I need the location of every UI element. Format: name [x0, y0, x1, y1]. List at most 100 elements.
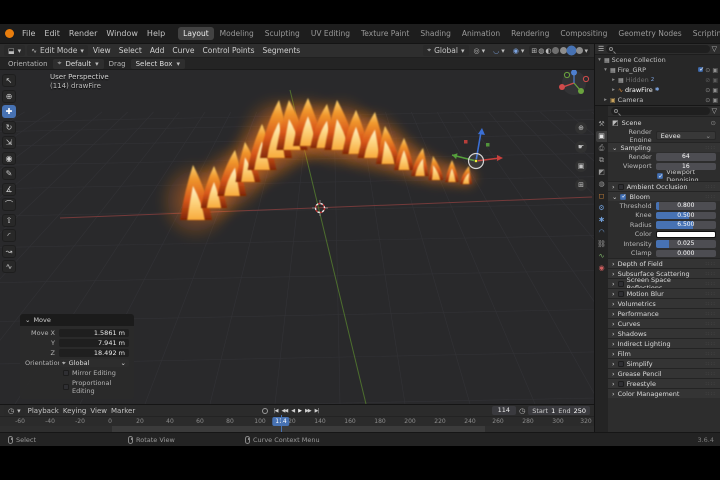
section-volumetrics[interactable]: › Volumetrics::::	[608, 298, 720, 308]
outliner-search-input[interactable]	[606, 45, 710, 53]
tab-constraints[interactable]: ⛓	[596, 239, 607, 250]
tab-object[interactable]: ◻	[596, 191, 607, 202]
knee-slider[interactable]: 0.500	[655, 211, 716, 219]
shading-solid-icon[interactable]	[560, 47, 568, 54]
section-bloom[interactable]: ⌄ ✓ Bloom ::::	[608, 191, 720, 201]
tool-extrude[interactable]: ⇧	[2, 213, 16, 227]
tab-shading[interactable]: Shading	[415, 27, 455, 40]
menu-view[interactable]: View	[90, 46, 114, 55]
shading-material-icon[interactable]	[568, 47, 576, 54]
mode-dropdown[interactable]: ∿ Edit Mode ▾	[27, 45, 88, 56]
menu-add[interactable]: Add	[147, 46, 168, 55]
tab-modeling[interactable]: Modeling	[215, 27, 259, 40]
pan-hand-icon[interactable]: ☛	[575, 141, 587, 153]
xray-toggle-icon[interactable]: ◐	[545, 47, 551, 55]
outliner-row-drawfire[interactable]: ▸ ∿ drawFire ✱ ⊙ ▣	[595, 85, 720, 95]
tool-select-box[interactable]: ↖	[2, 74, 16, 87]
playhead-line[interactable]	[281, 415, 282, 432]
expand-icon[interactable]: ▸	[611, 87, 616, 93]
tool-randomize[interactable]: ∿	[2, 260, 16, 273]
orientation-setting-dropdown[interactable]: ⌖ Default ▾	[52, 58, 104, 69]
disable-render-icon[interactable]: ▣	[712, 97, 718, 104]
section-indirect-lighting[interactable]: › Indirect Lighting::::	[608, 338, 720, 348]
tab-view-layer[interactable]: ⧉	[596, 155, 607, 166]
menu-file[interactable]: File	[18, 28, 39, 39]
tab-geometry-nodes[interactable]: Geometry Nodes	[613, 27, 686, 40]
menu-edit[interactable]: Edit	[40, 28, 64, 39]
disable-render-icon[interactable]: ▣	[712, 87, 718, 94]
menu-view-timeline[interactable]: View	[90, 407, 107, 415]
render-samples-field[interactable]: 64	[655, 153, 716, 161]
perspective-toggle-icon[interactable]: ⊞	[575, 179, 587, 191]
expand-icon[interactable]: ▸	[603, 97, 608, 103]
section-motion-blur[interactable]: › Motion Blur::::	[608, 288, 720, 298]
section-simplify[interactable]: › Simplify::::	[608, 358, 720, 368]
menu-select[interactable]: Select	[116, 46, 145, 55]
play-button[interactable]: ▶	[297, 408, 302, 414]
zoom-icon[interactable]: ⊕	[575, 122, 587, 134]
snap-dropdown[interactable]: ◡ ▾	[490, 47, 508, 55]
collection-checkbox[interactable]: ✓	[698, 66, 704, 73]
section-sampling[interactable]: ⌄ Sampling ::::	[608, 142, 720, 152]
camera-view-icon[interactable]: ▣	[575, 160, 587, 172]
disable-render-icon[interactable]: ▣	[712, 67, 718, 74]
tab-tool[interactable]: ⚒	[596, 119, 607, 130]
play-reverse-button[interactable]: ◀	[290, 408, 295, 414]
3d-viewport[interactable]: User Perspective (114) drawFire ↖ ⊕ ✚ ↻ …	[0, 70, 594, 404]
jump-to-end-button[interactable]: ▶|	[314, 408, 320, 414]
menu-segments[interactable]: Segments	[260, 46, 304, 55]
outliner-row-fire-grp[interactable]: ▾ ▦ Fire_GRP ✓ ⊙ ▣	[595, 65, 720, 75]
tool-measure[interactable]: ∡	[2, 182, 16, 196]
section-curves[interactable]: › Curves::::	[608, 318, 720, 328]
pin-icon[interactable]: ⊙	[711, 119, 716, 127]
tool-scale[interactable]: ⇲	[2, 136, 16, 149]
mirror-editing-checkbox[interactable]	[63, 370, 69, 376]
expand-icon[interactable]: ▸	[611, 77, 616, 83]
hide-eye-icon[interactable]: ⊙	[705, 97, 710, 104]
jump-to-start-button[interactable]: |◀	[273, 408, 279, 414]
timeline-editor-type-button[interactable]: ◷ ▾	[4, 405, 25, 416]
tab-uv-editing[interactable]: UV Editing	[306, 27, 355, 40]
tab-texture-paint[interactable]: Texture Paint	[356, 27, 414, 40]
tool-annotate[interactable]: ✎	[2, 167, 16, 180]
menu-marker[interactable]: Marker	[111, 407, 135, 415]
menu-playback[interactable]: Playback	[28, 407, 59, 415]
section-shadows[interactable]: › Shadows::::	[608, 328, 720, 338]
ao-checkbox[interactable]	[617, 183, 624, 190]
tool-draw-curve[interactable]: ⌒	[2, 198, 16, 211]
transform-orientation-dropdown[interactable]: ⌖ Global ▾	[423, 45, 469, 56]
render-engine-dropdown[interactable]: Eevee ⌄	[655, 131, 716, 140]
outliner-row-camera[interactable]: ▸ ▣ Camera ⊙ ▣	[595, 95, 720, 105]
menu-keying[interactable]: Keying	[63, 407, 87, 415]
shading-rendered-icon[interactable]	[576, 47, 584, 54]
auto-keying-button[interactable]	[262, 407, 268, 414]
proportional-editing-row[interactable]: Proportional Editing	[63, 379, 129, 395]
clamp-slider[interactable]: 0.000	[655, 249, 716, 257]
menu-render[interactable]: Render	[65, 28, 101, 39]
next-keyframe-button[interactable]: ▶▶	[304, 408, 312, 414]
show-overlays-icon[interactable]: ◍	[538, 47, 544, 55]
tab-rendering[interactable]: Rendering	[506, 27, 554, 40]
filter-icon[interactable]: ▽	[712, 107, 717, 115]
color-swatch[interactable]	[655, 230, 716, 238]
section-screen-space-reflections[interactable]: ›Screen Space Reflections::::	[608, 276, 720, 292]
section-depth-of-field[interactable]: › Depth of Field::::	[608, 258, 720, 268]
start-value[interactable]: 1	[551, 407, 555, 415]
viewport-samples-field[interactable]: 16	[655, 162, 716, 170]
section-film[interactable]: › Film::::	[608, 348, 720, 358]
menu-curve[interactable]: Curve	[169, 46, 197, 55]
editor-type-button[interactable]: ⬓ ▾	[4, 45, 26, 56]
tab-material[interactable]: ◉	[596, 263, 607, 274]
expand-icon[interactable]: ▾	[597, 57, 602, 63]
section-color-management[interactable]: › Color Management::::	[608, 388, 720, 398]
menu-window[interactable]: Window	[102, 28, 142, 39]
properties-search-input[interactable]	[611, 107, 710, 115]
radius-slider[interactable]: 6.500	[655, 221, 716, 229]
prev-keyframe-button[interactable]: ◀◀	[281, 408, 289, 414]
expand-icon[interactable]: ▾	[603, 67, 608, 73]
freestyle-checkbox[interactable]	[617, 380, 624, 387]
tool-move[interactable]: ✚	[2, 105, 16, 118]
section-grease-pencil[interactable]: › Grease Pencil::::	[608, 368, 720, 378]
ssr-checkbox[interactable]	[617, 280, 624, 287]
timeline-ruler[interactable]: -60 -40 -20 0 20 40 60 80 100 120 140 16…	[0, 416, 594, 426]
